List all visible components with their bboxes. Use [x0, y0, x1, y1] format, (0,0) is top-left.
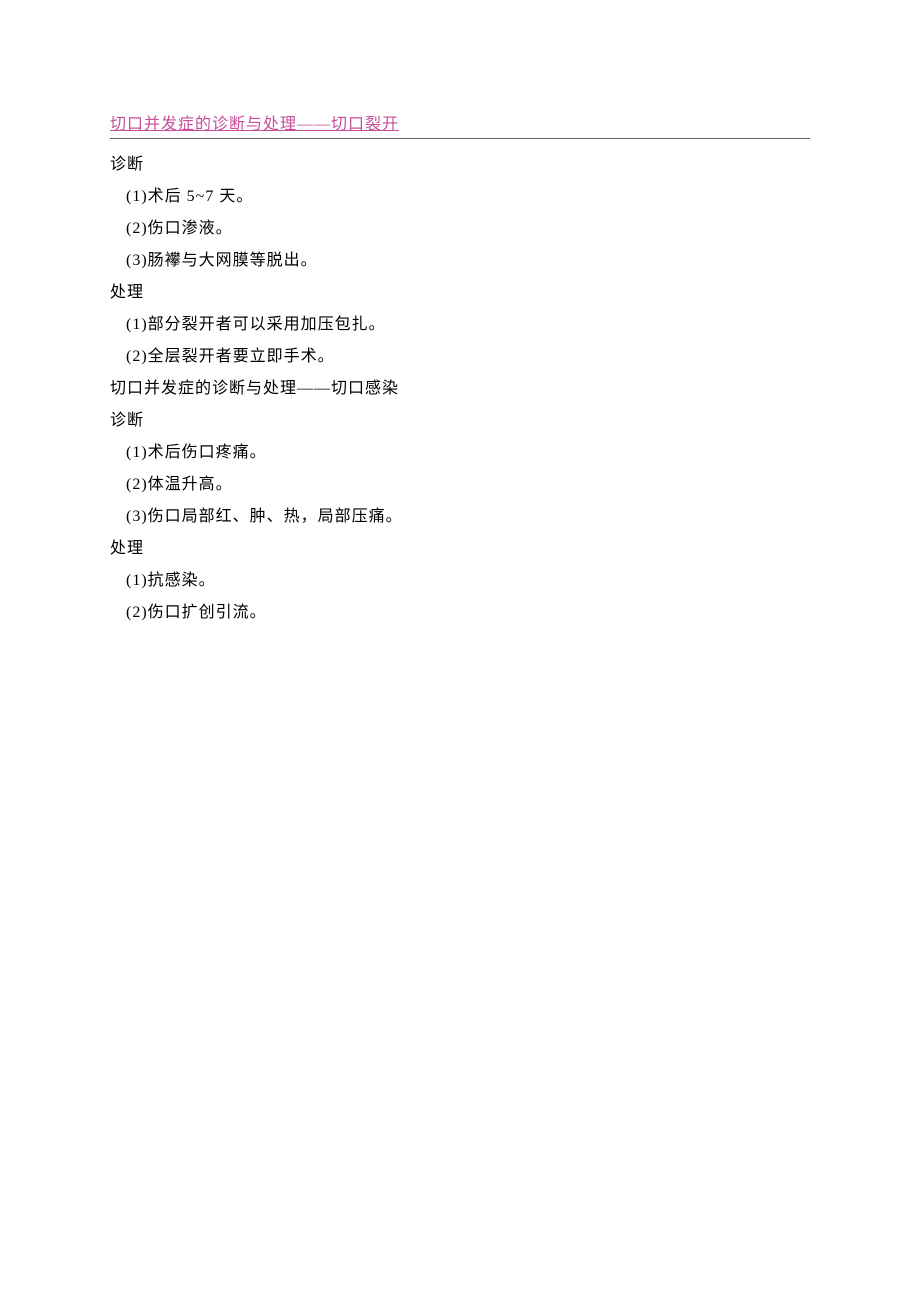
- list-item: (3)伤口局部红、肿、热，局部压痛。: [110, 501, 810, 533]
- section-label-diagnosis-1: 诊断: [110, 149, 810, 181]
- list-item: (1)术后 5~7 天。: [110, 181, 810, 213]
- list-item: (2)体温升高。: [110, 469, 810, 501]
- document-title: 切口并发症的诊断与处理——切口裂开: [110, 110, 810, 134]
- section-label-diagnosis-2: 诊断: [110, 405, 810, 437]
- section-subhead: 切口并发症的诊断与处理——切口感染: [110, 373, 810, 405]
- title-divider: [110, 138, 810, 139]
- list-item: (1)抗感染。: [110, 565, 810, 597]
- list-item: (2)伤口扩创引流。: [110, 597, 810, 629]
- section-label-treatment-1: 处理: [110, 277, 810, 309]
- list-item: (1)术后伤口疼痛。: [110, 437, 810, 469]
- list-item: (3)肠襻与大网膜等脱出。: [110, 245, 810, 277]
- document-content: 诊断 (1)术后 5~7 天。 (2)伤口渗液。 (3)肠襻与大网膜等脱出。 处…: [110, 149, 810, 629]
- list-item: (1)部分裂开者可以采用加压包扎。: [110, 309, 810, 341]
- section-label-treatment-2: 处理: [110, 533, 810, 565]
- list-item: (2)全层裂开者要立即手术。: [110, 341, 810, 373]
- list-item: (2)伤口渗液。: [110, 213, 810, 245]
